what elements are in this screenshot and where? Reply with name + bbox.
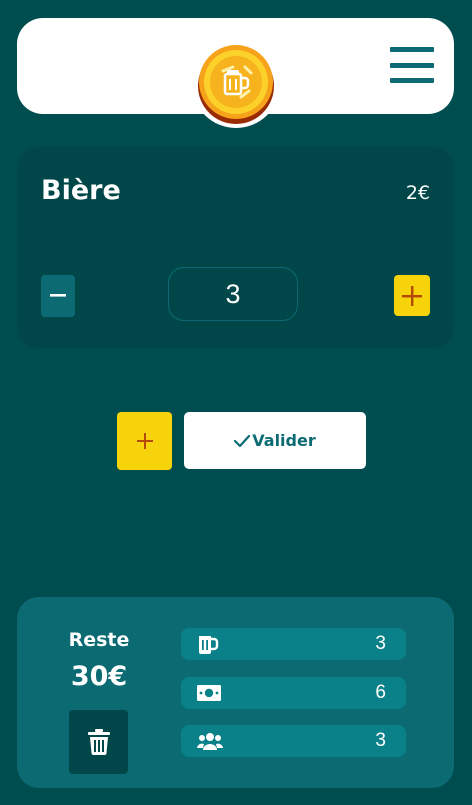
item-card: Bière 2€ <box>17 147 454 348</box>
reste-label: Reste <box>68 629 130 651</box>
quantity-input[interactable] <box>168 267 298 321</box>
stat-drinks: 3 <box>181 628 406 660</box>
check-icon <box>234 434 251 447</box>
stat-money: 6 <box>181 677 406 709</box>
validate-label: Valider <box>252 431 316 450</box>
menu-line <box>390 62 434 68</box>
item-price: 2€ <box>405 182 430 204</box>
users-icon <box>197 730 227 752</box>
delete-button[interactable] <box>69 710 128 774</box>
increment-button[interactable] <box>394 275 430 316</box>
summary-panel: Reste 30€ 3 6 3 <box>17 597 454 788</box>
trash-icon <box>87 729 110 755</box>
stat-people: 3 <box>181 725 406 757</box>
validate-button[interactable]: Valider <box>184 412 366 469</box>
reste-value: 30€ <box>70 661 128 692</box>
money-bill-icon <box>197 682 227 704</box>
plus-icon <box>136 433 153 449</box>
decrement-button[interactable] <box>41 275 75 317</box>
plus-icon <box>402 285 422 306</box>
stat-value: 6 <box>375 682 386 703</box>
minus-icon <box>50 294 66 297</box>
hamburger-icon[interactable] <box>390 47 434 83</box>
beer-mug-icon <box>197 633 227 655</box>
menu-line <box>390 78 434 83</box>
stat-value: 3 <box>375 633 386 654</box>
stat-value: 3 <box>375 730 386 751</box>
item-name: Bière <box>41 175 121 206</box>
menu-line <box>390 47 434 52</box>
add-item-button[interactable] <box>117 412 172 470</box>
beer-coin-icon[interactable] <box>192 40 280 128</box>
